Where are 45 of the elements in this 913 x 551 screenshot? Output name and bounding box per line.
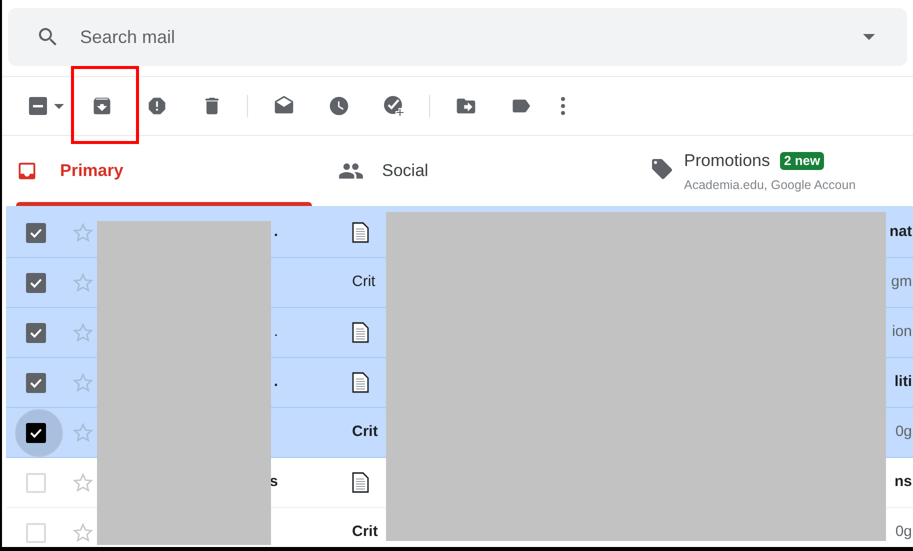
row-checkbox[interactable]	[26, 322, 46, 342]
tag-icon	[650, 157, 674, 181]
clock-icon[interactable]	[328, 95, 350, 117]
star-icon[interactable]	[72, 372, 94, 394]
star-icon[interactable]	[72, 272, 94, 294]
sender-name: .	[274, 322, 278, 342]
new-count-badge: 2 new	[780, 152, 824, 170]
email-preview: 0g	[895, 422, 912, 442]
sender-name: .	[274, 222, 278, 242]
sender-name: .	[274, 372, 278, 392]
star-icon[interactable]	[72, 422, 94, 444]
tab-label: Social	[382, 160, 428, 182]
email-preview: ion	[892, 322, 912, 342]
check-plus-icon[interactable]	[382, 94, 406, 118]
star-icon[interactable]	[72, 222, 94, 244]
inbox-icon	[16, 160, 38, 182]
tab-label: Primary	[60, 160, 124, 182]
tab-senders: Academia.edu, Google Accoun	[684, 176, 856, 194]
tab-label: Promotions	[684, 150, 770, 172]
star-icon[interactable]	[72, 322, 94, 344]
row-checkbox[interactable]	[26, 272, 46, 292]
row-checkbox[interactable]	[26, 372, 46, 392]
row-checkbox[interactable]	[26, 422, 46, 442]
search-input[interactable]: Search mail	[80, 24, 855, 50]
star-icon[interactable]	[72, 522, 94, 544]
email-preview: ns	[894, 472, 912, 492]
dropdown-caret-icon[interactable]	[863, 34, 875, 40]
email-preview: nat	[890, 222, 912, 242]
row-checkbox[interactable]	[26, 222, 46, 242]
email-subject: Crit	[352, 272, 376, 292]
category-tab[interactable]: Social	[324, 136, 646, 206]
email-subject: Crit	[352, 522, 378, 542]
email-preview: liti	[894, 372, 912, 392]
row-checkbox[interactable]	[26, 522, 46, 542]
category-tab[interactable]: Promotions 2 new Academia.edu, Google Accoun	[646, 136, 913, 206]
email-preview: 0g	[895, 522, 912, 542]
row-checkbox[interactable]	[26, 472, 46, 492]
search-bar[interactable]: Search mail	[8, 8, 907, 66]
caret-icon[interactable]	[54, 104, 64, 108]
email-subject: Crit	[352, 422, 378, 442]
category-tab[interactable]: Primary	[2, 136, 324, 206]
star-icon[interactable]	[72, 472, 94, 494]
select-checkbox[interactable]	[28, 96, 48, 116]
email-preview: gm	[891, 272, 912, 292]
more-icon[interactable]	[560, 96, 566, 116]
